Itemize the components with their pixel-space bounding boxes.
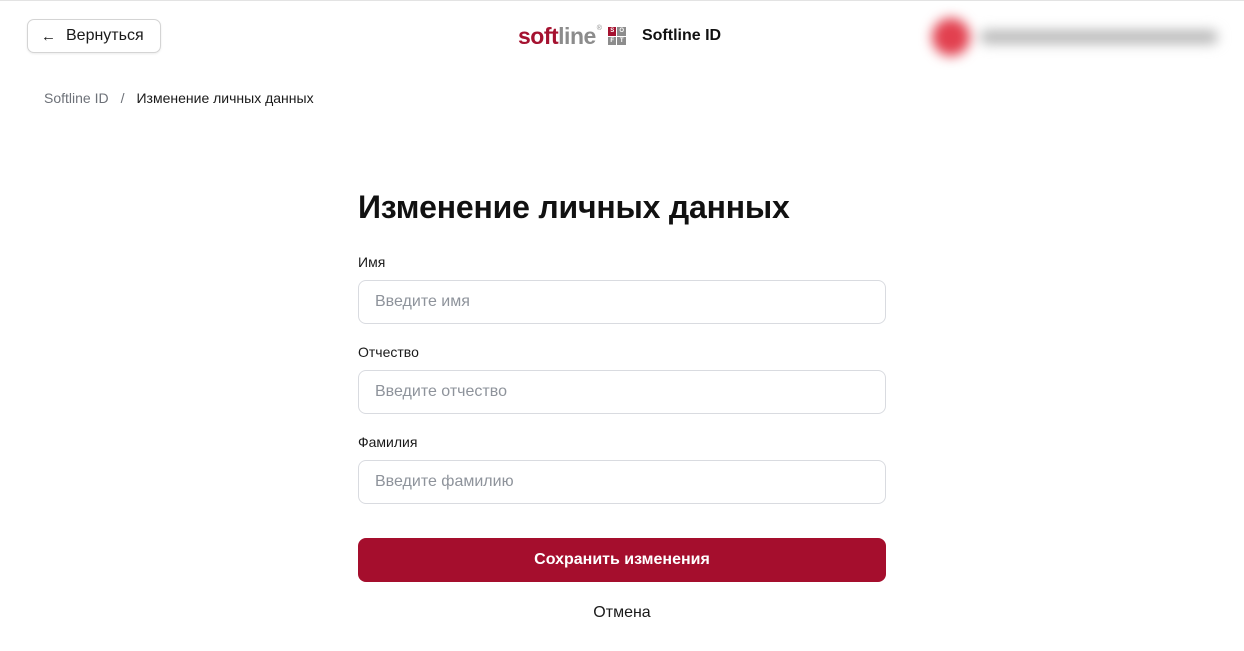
first-name-label: Имя bbox=[358, 254, 386, 270]
last-name-label: Фамилия bbox=[358, 434, 418, 450]
breadcrumb-current: Изменение личных данных bbox=[136, 90, 314, 106]
back-button[interactable]: ← Вернуться bbox=[27, 19, 161, 53]
arrow-left-icon: ← bbox=[41, 27, 56, 45]
avatar[interactable] bbox=[932, 18, 970, 56]
middle-name-label: Отчество bbox=[358, 344, 419, 360]
logo-registered-mark: ® bbox=[596, 24, 602, 32]
breadcrumb: Softline ID / Изменение личных данных bbox=[44, 90, 314, 106]
softline-logo: softline bbox=[518, 24, 596, 48]
logo-tile: O bbox=[617, 27, 626, 36]
logo-tile: F bbox=[607, 36, 617, 45]
breadcrumb-root-link[interactable]: Softline ID bbox=[44, 90, 109, 106]
logo-text-soft: soft bbox=[518, 23, 559, 49]
user-email-blurred bbox=[980, 30, 1218, 44]
header-brand: softline ® S O F T Softline ID bbox=[518, 24, 721, 48]
page-title: Изменение личных данных bbox=[358, 189, 790, 225]
cancel-button[interactable]: Отмена bbox=[358, 604, 886, 622]
logo-text-line: line bbox=[558, 23, 596, 49]
header-title: Softline ID bbox=[641, 27, 722, 44]
logo-tiles-icon: S O F T bbox=[607, 27, 626, 45]
middle-name-input[interactable] bbox=[358, 370, 886, 414]
breadcrumb-separator: / bbox=[120, 90, 125, 106]
save-changes-button[interactable]: Сохранить изменения bbox=[358, 538, 886, 582]
logo-tile: T bbox=[617, 36, 626, 45]
back-button-label: Вернуться bbox=[66, 27, 144, 44]
top-divider bbox=[0, 0, 1244, 1]
logo-tile: S bbox=[607, 27, 617, 36]
first-name-input[interactable] bbox=[358, 280, 886, 324]
user-menu[interactable] bbox=[928, 14, 1224, 60]
last-name-input[interactable] bbox=[358, 460, 886, 504]
